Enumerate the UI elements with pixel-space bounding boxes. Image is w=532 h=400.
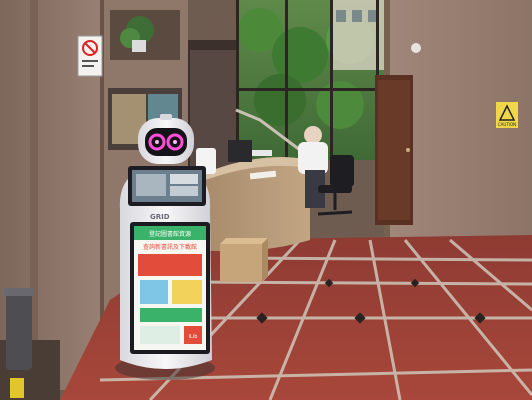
caution-sign-icon: CAUTION — [496, 102, 518, 128]
robot-screen-badge: iLib — [189, 334, 198, 340]
no-smoking-sign-icon — [77, 35, 103, 77]
caution-sign-text: CAUTION — [498, 122, 516, 127]
robot-brand-label: GRID — [150, 213, 170, 221]
lobby-photo: CAUTION GRID 登記圖書館資源 查詢新書訊及下載館 iLib — [0, 0, 532, 400]
lobby-scene: CAUTION GRID 登記圖書館資源 查詢新書訊及下載館 iLib — [0, 0, 532, 400]
cardboard-box — [220, 238, 268, 282]
robot-screen-headline-1: 登記圖書館資源 — [149, 230, 191, 238]
robot-screen-headline-2: 查詢新書訊及下載館 — [143, 243, 197, 251]
